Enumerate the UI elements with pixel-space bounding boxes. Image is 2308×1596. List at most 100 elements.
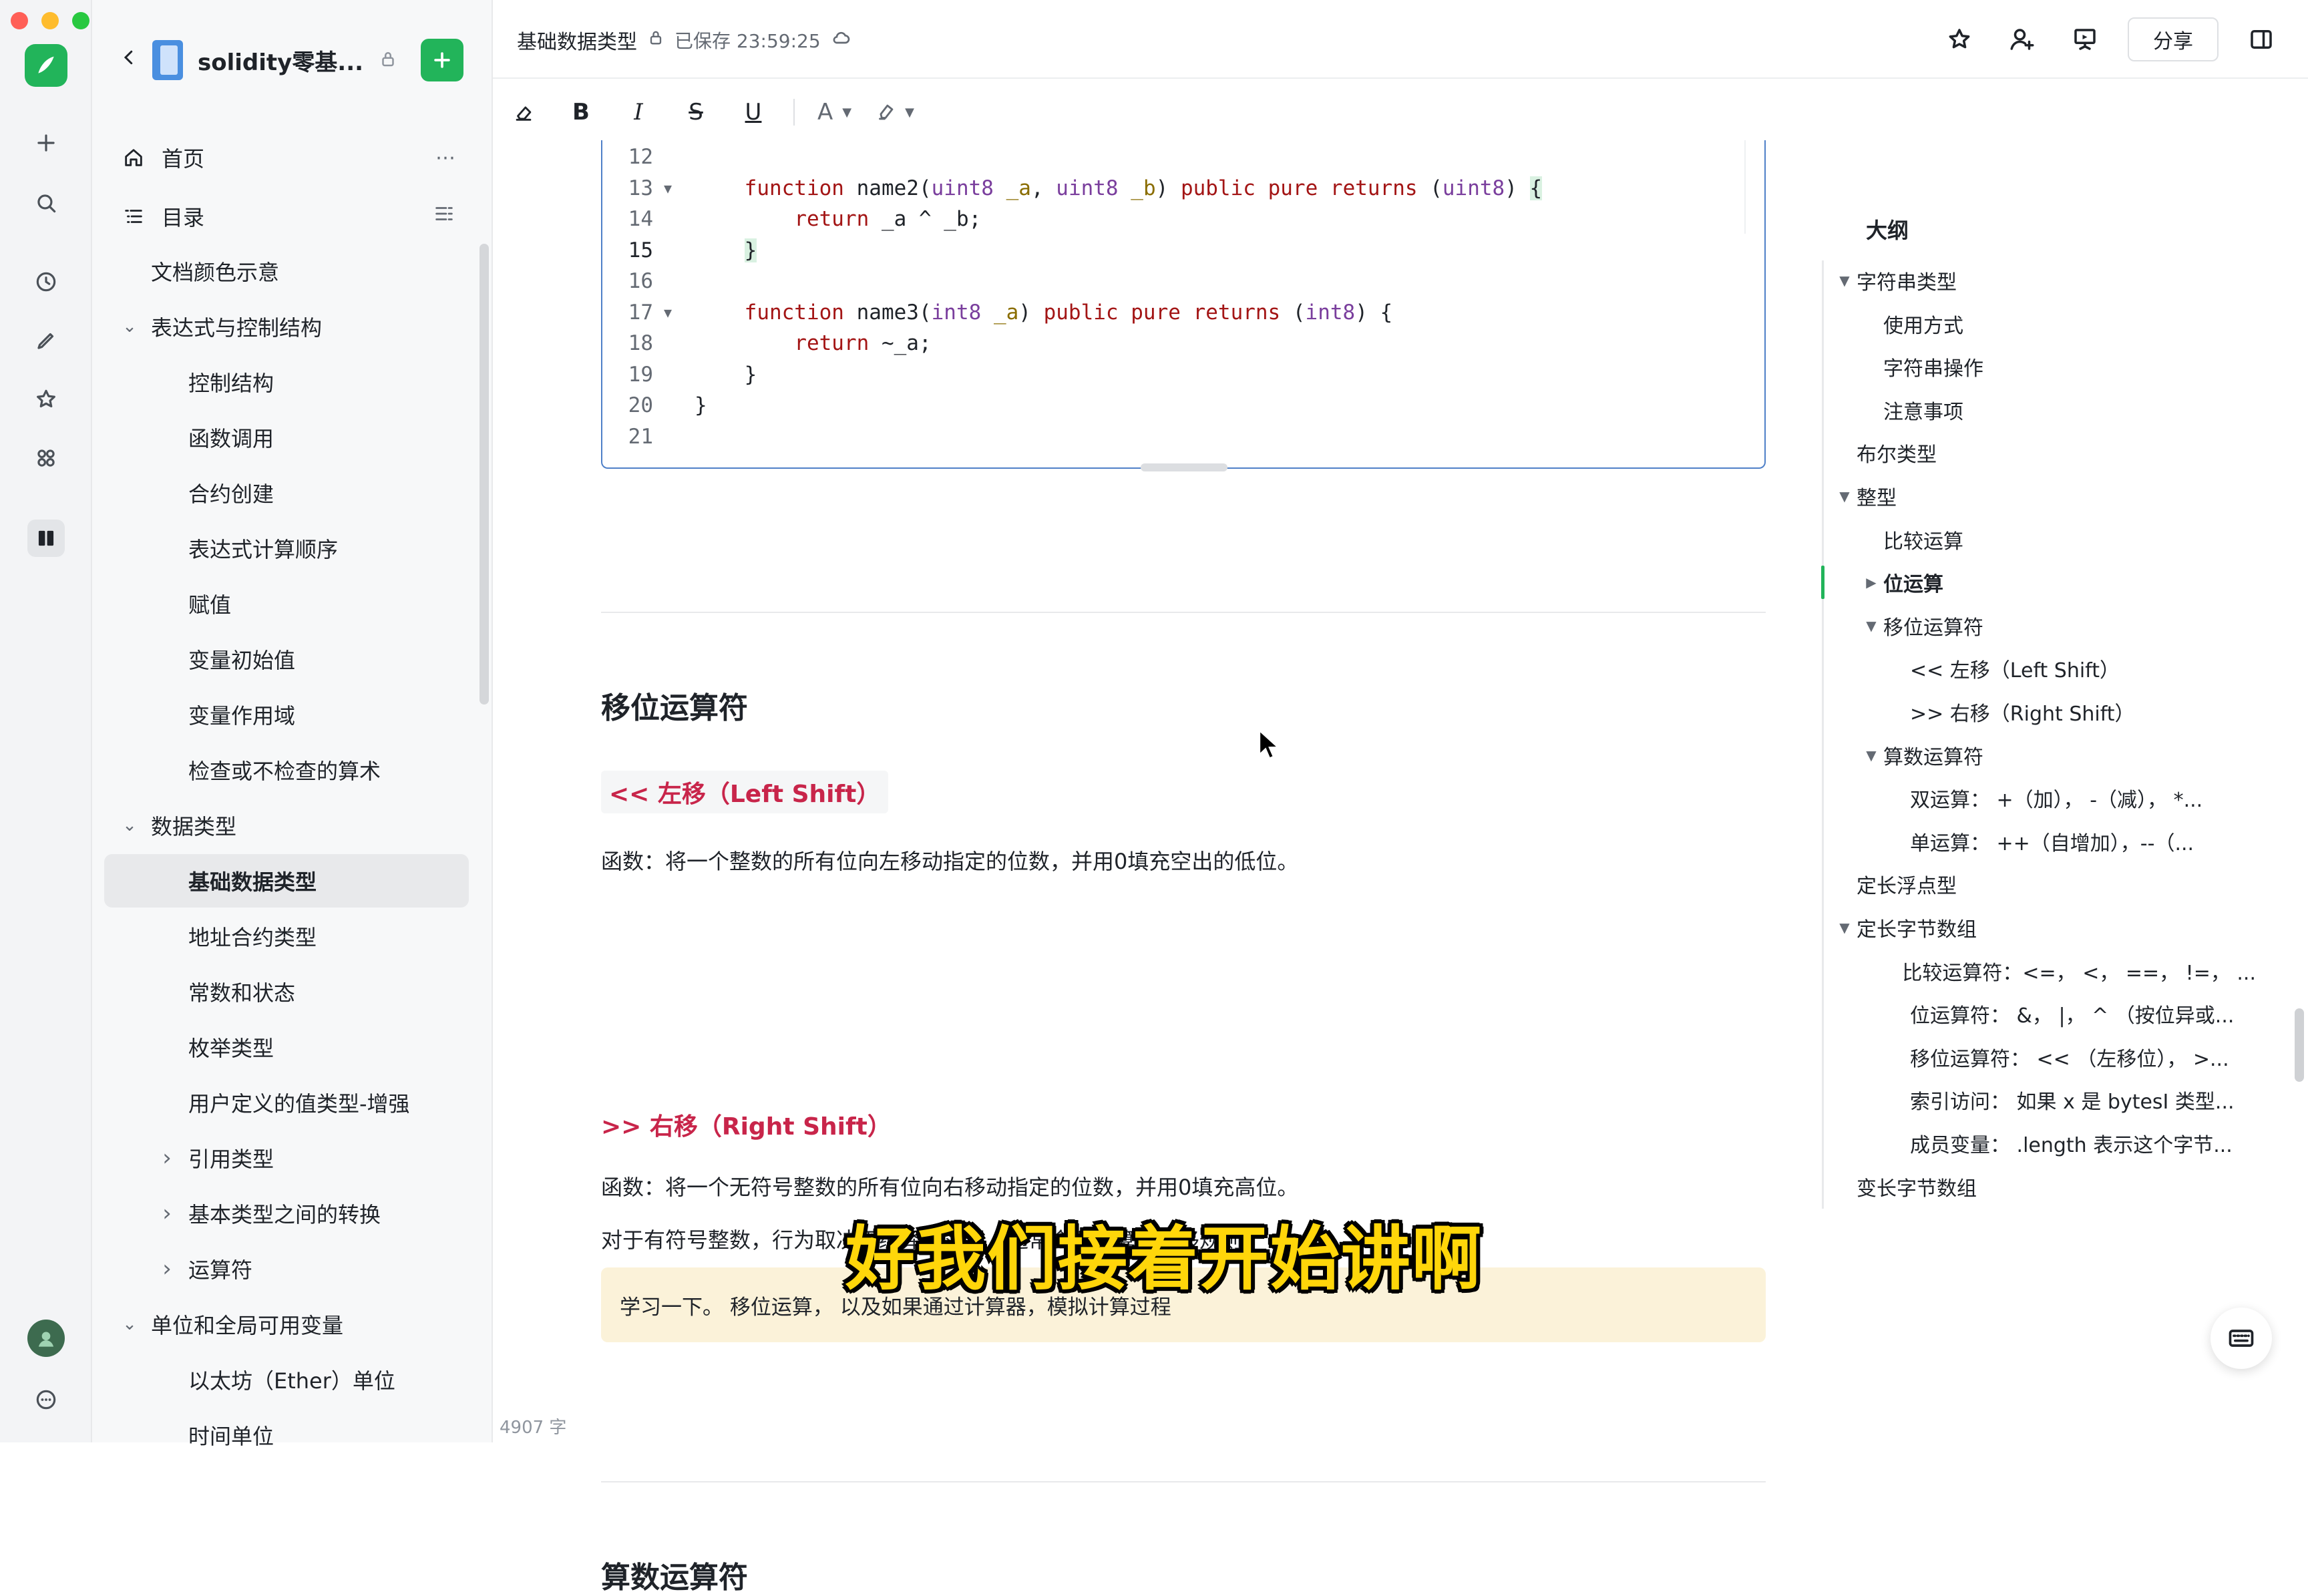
toggle-outline-button[interactable] bbox=[2241, 19, 2281, 59]
keyboard-shortcuts-button[interactable] bbox=[2210, 1308, 2272, 1369]
fold-toggle-icon[interactable]: ▼ bbox=[664, 297, 672, 329]
outline-item[interactable]: 比较运算 bbox=[1859, 520, 2256, 560]
sidebar-tree-item[interactable]: ⌄ 数据类型 bbox=[104, 799, 469, 852]
outline-item[interactable]: ▼ 定长字节数组 bbox=[1833, 908, 2256, 948]
outline-item[interactable]: 位运算符： &， |， ^ （按位异或... bbox=[1886, 994, 2256, 1034]
chevron-down-icon[interactable]: ⌄ bbox=[116, 1314, 143, 1334]
outline-item[interactable]: 定长浮点型 bbox=[1833, 864, 2256, 904]
app-logo[interactable] bbox=[25, 44, 67, 87]
sidebar-tree-item[interactable]: › 运算符 bbox=[104, 1242, 469, 1295]
outline-item[interactable]: 双运算： +（加）， -（减）， *... bbox=[1886, 778, 2256, 818]
chevron-down-icon[interactable]: ⌄ bbox=[116, 317, 143, 337]
outline-item[interactable]: 变长字节数组 bbox=[1833, 1167, 2256, 1207]
sidebar-tree-label: 表达式与控制结构 bbox=[151, 315, 323, 341]
add-collaborator-button[interactable] bbox=[2002, 19, 2042, 59]
apps-button[interactable] bbox=[27, 439, 65, 477]
sidebar-tree-item[interactable]: 函数调用 bbox=[104, 411, 469, 464]
italic-button[interactable]: I bbox=[621, 95, 656, 130]
code-text: function name3(int8 _a) public pure retu… bbox=[744, 300, 1393, 325]
caret-down-icon[interactable]: ▼ bbox=[1859, 618, 1883, 634]
caret-down-icon[interactable]: ▼ bbox=[1833, 272, 1857, 288]
sidebar-tree-item[interactable]: 表达式计算顺序 bbox=[104, 522, 469, 575]
outline-item[interactable]: ▼ 整型 bbox=[1833, 476, 2256, 516]
highlight-button[interactable]: ▼ bbox=[874, 101, 914, 124]
sidebar-tree-item[interactable]: ⌄ 表达式与控制结构 bbox=[104, 300, 469, 353]
knowledge-base-button[interactable] bbox=[27, 520, 65, 557]
clear-format-button[interactable] bbox=[506, 95, 541, 130]
outline-item[interactable]: 索引访问： 如果 x 是 bytesI 类型... bbox=[1886, 1080, 2256, 1120]
outline-item[interactable]: 布尔类型 bbox=[1833, 433, 2256, 473]
share-button[interactable]: 分享 bbox=[2128, 17, 2219, 61]
add-doc-button[interactable] bbox=[421, 39, 463, 81]
sidebar-tree-item[interactable]: 合约创建 bbox=[104, 466, 469, 520]
strikethrough-button[interactable]: S bbox=[679, 95, 713, 130]
sidebar-item-home[interactable]: 首页 ⋯ bbox=[104, 131, 469, 184]
outline-item[interactable]: 比较运算符：<=， <， ==， !=， ... bbox=[1886, 951, 2256, 991]
sidebar-tree-item[interactable]: › 引用类型 bbox=[104, 1131, 469, 1185]
outline-item[interactable]: ▼ 移位运算符 bbox=[1859, 606, 2256, 646]
underline-button[interactable]: U bbox=[736, 95, 771, 130]
outline-item[interactable]: 移位运算符： << （左移位）， >... bbox=[1886, 1037, 2256, 1077]
present-button[interactable] bbox=[2065, 19, 2105, 59]
favorites-button[interactable] bbox=[27, 381, 65, 418]
sidebar-tree-item[interactable]: 用户定义的值类型-增强 bbox=[104, 1076, 469, 1129]
sidebar-tree-item[interactable]: 时间单位 bbox=[104, 1408, 469, 1462]
fold-toggle-icon[interactable]: ▼ bbox=[664, 173, 672, 204]
more-button[interactable] bbox=[27, 1381, 65, 1418]
code-block[interactable]: 12 13 ▼ function name2(uint8 _a, uint8 _b)… bbox=[601, 140, 1766, 471]
sidebar-item-toc[interactable]: 目录 bbox=[104, 190, 469, 243]
cloud-icon bbox=[830, 27, 851, 53]
more-dots-icon[interactable]: ⋯ bbox=[435, 146, 455, 170]
sidebar-tree-item[interactable]: 变量初始值 bbox=[104, 632, 469, 686]
sidebar-tree-item[interactable]: ⌄ 单位和全局可用变量 bbox=[104, 1298, 469, 1351]
outline-item[interactable]: 成员变量： .length 表示这个字节... bbox=[1886, 1123, 2256, 1163]
outline-item[interactable]: 单运算： ++（自增加），--（... bbox=[1886, 821, 2256, 861]
new-button[interactable] bbox=[27, 124, 65, 162]
sidebar-tree-item[interactable]: 基础数据类型 bbox=[104, 854, 469, 908]
window-close-button[interactable] bbox=[11, 12, 28, 29]
outline-item[interactable]: 字符串操作 bbox=[1859, 347, 2256, 387]
drafts-button[interactable] bbox=[27, 322, 65, 359]
sidebar-tree-item[interactable]: 检查或不检查的算术 bbox=[104, 743, 469, 797]
favorite-button[interactable] bbox=[1939, 19, 1979, 59]
sidebar-tree-item[interactable]: › 基本类型之间的转换 bbox=[104, 1187, 469, 1240]
sidebar-scrollbar[interactable] bbox=[479, 244, 489, 705]
outline-item[interactable]: ▶ 位运算 bbox=[1859, 562, 2256, 602]
caret-down-icon[interactable]: ▼ bbox=[1859, 747, 1883, 763]
sidebar-tree-item[interactable]: 枚举类型 bbox=[104, 1020, 469, 1074]
chevron-down-icon[interactable]: ⌄ bbox=[116, 815, 143, 835]
code-block-resize-handle[interactable] bbox=[1141, 463, 1227, 471]
sidebar-tree-item[interactable]: 以太坊（Ether）单位 bbox=[104, 1353, 469, 1406]
list-settings-icon[interactable] bbox=[433, 202, 455, 230]
caret-down-icon[interactable]: ▼ bbox=[1833, 920, 1857, 936]
outline-item[interactable]: 注意事项 bbox=[1859, 390, 2256, 430]
outline-item[interactable]: ▼ 字符串类型 bbox=[1833, 260, 2256, 301]
sidebar-tree-item[interactable]: 文档颜色示意 bbox=[104, 244, 469, 298]
sidebar-tree-item[interactable]: 常数和状态 bbox=[104, 965, 469, 1018]
window-minimize-button[interactable] bbox=[41, 12, 59, 29]
knowledge-base-title[interactable]: solidity零基... bbox=[198, 44, 365, 77]
outline-item[interactable]: 使用方式 bbox=[1859, 304, 2256, 344]
search-button[interactable] bbox=[27, 184, 65, 222]
text-color-button[interactable]: A ▼ bbox=[817, 99, 851, 126]
page-scrollbar[interactable] bbox=[2295, 1008, 2304, 1082]
sidebar-tree-item[interactable]: 变量作用域 bbox=[104, 688, 469, 741]
back-button[interactable] bbox=[119, 47, 146, 73]
sidebar-tree-item[interactable]: 地址合约类型 bbox=[104, 910, 469, 963]
text-color-label: A bbox=[817, 99, 833, 126]
window-zoom-button[interactable] bbox=[72, 12, 89, 29]
chevron-right-icon[interactable]: › bbox=[154, 1145, 180, 1171]
outline-item[interactable]: << 左移（Left Shift） bbox=[1886, 648, 2256, 688]
sidebar-tree-item[interactable]: 控制结构 bbox=[104, 355, 469, 409]
caret-down-icon[interactable]: ▼ bbox=[1833, 488, 1857, 504]
outline-item[interactable]: >> 右移（Right Shift） bbox=[1886, 692, 2256, 732]
bold-button[interactable]: B bbox=[564, 95, 598, 130]
chevron-right-icon[interactable]: › bbox=[154, 1255, 180, 1282]
caret-right-icon[interactable]: ▶ bbox=[1859, 574, 1883, 590]
doc-title[interactable]: 基础数据类型 bbox=[517, 25, 637, 55]
outline-item[interactable]: ▼ 算数运算符 bbox=[1859, 735, 2256, 775]
chevron-right-icon[interactable]: › bbox=[154, 1200, 180, 1227]
recent-button[interactable] bbox=[27, 263, 65, 301]
avatar[interactable] bbox=[27, 1320, 65, 1357]
sidebar-tree-item[interactable]: 赋值 bbox=[104, 577, 469, 630]
